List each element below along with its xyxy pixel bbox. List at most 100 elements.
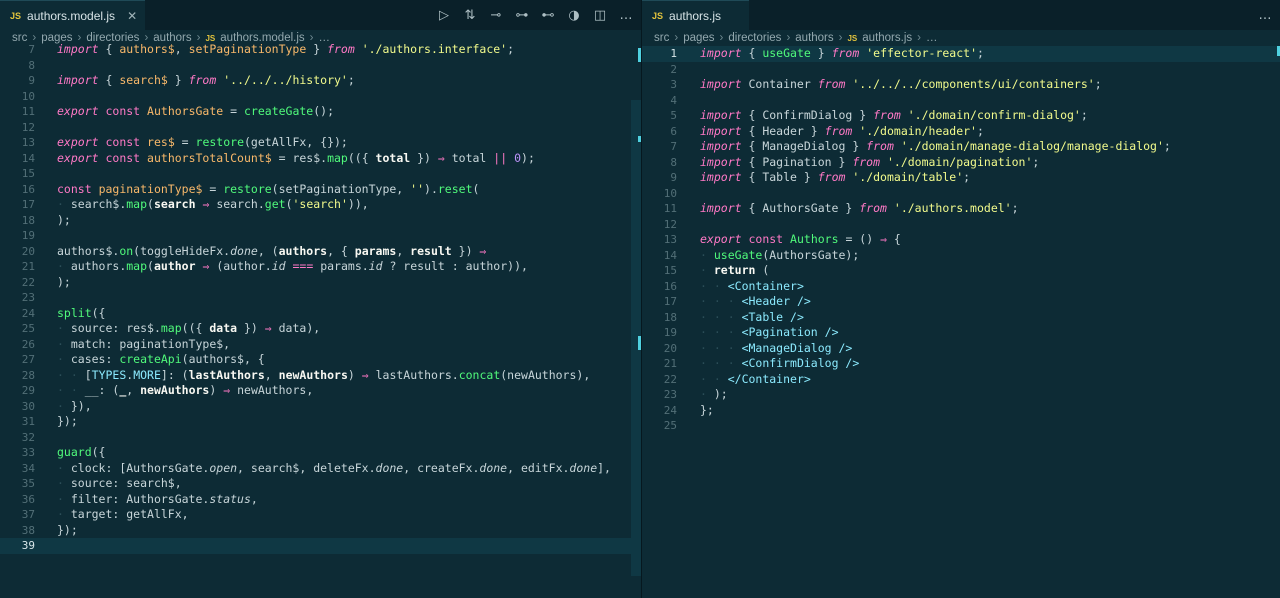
code-line[interactable]: 14 · useGate(AuthorsGate);	[642, 248, 1280, 264]
code-line[interactable]: 28 · · [TYPES.MORE]: (lastAuthors, newAut…	[0, 368, 641, 384]
code-line[interactable]: 10	[642, 186, 1280, 202]
line-number: 25	[663, 419, 677, 432]
more-actions-icon[interactable]: …	[619, 8, 633, 23]
code-line[interactable]: 12	[642, 217, 1280, 233]
code-line[interactable]: 33 guard({	[0, 445, 641, 461]
code-text: · · · <Pagination />	[700, 325, 839, 339]
line-number: 23	[21, 291, 35, 304]
code-line[interactable]: 7 import { authors$, setPaginationType } …	[0, 42, 641, 58]
code-text: export const res$ = restore(getAllFx, {}…	[57, 135, 348, 149]
split-editor-icon[interactable]: ◫	[593, 8, 607, 23]
line-number: 7	[670, 140, 677, 153]
code-area-left[interactable]: 7 import { authors$, setPaginationType } …	[0, 42, 641, 554]
tab-authors[interactable]: JS authors.js	[642, 0, 750, 30]
code-line[interactable]: 15	[0, 166, 641, 182]
code-line[interactable]: 34 · clock: [AuthorsGate.open, search$, d…	[0, 461, 641, 477]
code-line[interactable]: 9 import { search$ } from '../../../histo…	[0, 73, 641, 89]
code-line[interactable]: 20 · · · <ManageDialog />	[642, 341, 1280, 357]
breadcrumb-item[interactable]: directories	[728, 32, 781, 44]
code-text: · useGate(AuthorsGate);	[700, 247, 860, 262]
code-line[interactable]: 23 · );	[642, 387, 1280, 403]
code-line[interactable]: 22 · · </Container>	[642, 372, 1280, 388]
code-line[interactable]: 13 export const Authors = () ⇒ {	[642, 232, 1280, 248]
code-line[interactable]: 19 · · · <Pagination />	[642, 325, 1280, 341]
compare-changes-icon[interactable]: ⇅	[463, 8, 477, 23]
code-line[interactable]: 5 import { ConfirmDialog } from './domain…	[642, 108, 1280, 124]
code-line[interactable]: 8	[0, 58, 641, 74]
code-line[interactable]: 3 import Container from '../../../compone…	[642, 77, 1280, 93]
code-line[interactable]: 18);	[0, 213, 641, 229]
code-text: });	[57, 414, 78, 428]
scroll-marker	[638, 136, 641, 142]
code-text: });	[57, 522, 78, 537]
breadcrumb-item[interactable]: authors.js	[862, 32, 912, 44]
code-text: );	[57, 212, 71, 227]
code-line[interactable]: 21 · · · <ConfirmDialog />	[642, 356, 1280, 372]
code-line[interactable]: 4	[642, 93, 1280, 109]
code-line[interactable]: 39	[0, 538, 641, 554]
line-number: 9	[670, 171, 677, 184]
code-line[interactable]: 38});	[0, 523, 641, 539]
editor-group-left: JS authors.model.js ✕ ▷ ⇅ ⊸ ⊶ ⊷ ◑ ◫ … sr…	[0, 0, 642, 598]
code-line[interactable]: 35 · source: search$,	[0, 476, 641, 492]
tab-authors-model[interactable]: JS authors.model.js ✕	[0, 0, 146, 30]
code-text: · cases: createApi(authors$, {	[57, 352, 265, 366]
code-line[interactable]: 23	[0, 290, 641, 306]
code-line[interactable]: 1 import { useGate } from 'effector-react…	[642, 46, 1280, 62]
code-line[interactable]: 31});	[0, 414, 641, 430]
timeline-icon[interactable]: ◑	[567, 8, 581, 23]
breadcrumb-item[interactable]: authors	[795, 32, 833, 44]
code-line[interactable]: 32	[0, 430, 641, 446]
code-line[interactable]: 16 · · <Container>	[642, 279, 1280, 295]
code-line[interactable]: 27 · cases: createApi(authors$, {	[0, 352, 641, 368]
breadcrumb-item[interactable]: …	[926, 32, 938, 44]
line-number: 33	[21, 446, 35, 459]
code-line[interactable]: 36 · filter: AuthorsGate.status,	[0, 492, 641, 508]
code-line[interactable]: 17 · search$.map(search ⇒ search.get('sea…	[0, 197, 641, 213]
line-number: 15	[21, 167, 35, 180]
close-icon[interactable]: ✕	[127, 9, 137, 23]
code-line[interactable]: 26 · match: paginationType$,	[0, 337, 641, 353]
run-icon[interactable]: ▷	[437, 8, 451, 23]
code-line[interactable]: 21 · authors.map(author ⇒ (author.id === …	[0, 259, 641, 275]
line-number: 13	[21, 136, 35, 149]
git-commit-icon[interactable]: ⊸	[489, 8, 503, 23]
code-line[interactable]: 12	[0, 120, 641, 136]
code-line[interactable]: 13 export const res$ = restore(getAllFx, …	[0, 135, 641, 151]
code-line[interactable]: 14 export const authorsTotalCount$ = res$…	[0, 151, 641, 167]
code-line[interactable]: 18 · · · <Table />	[642, 310, 1280, 326]
code-line[interactable]: 29 · · __: (_, newAuthors) ⇒ newAuthors,	[0, 383, 641, 399]
code-line[interactable]: 20 authors$.on(toggleHideFx.done, (author…	[0, 244, 641, 260]
code-line[interactable]: 7 import { ManageDialog } from './domain/…	[642, 139, 1280, 155]
code-line[interactable]: 15 · return (	[642, 263, 1280, 279]
code-line[interactable]: 30 · }),	[0, 399, 641, 415]
code-line[interactable]: 9 import { Table } from './domain/table';	[642, 170, 1280, 186]
code-line[interactable]: 24};	[642, 403, 1280, 419]
code-line[interactable]: 16 const paginationType$ = restore(setPag…	[0, 182, 641, 198]
code-line[interactable]: 6 import { Header } from './domain/header…	[642, 124, 1280, 140]
breadcrumb-item[interactable]: pages	[683, 32, 714, 44]
code-line[interactable]: 17 · · · <Header />	[642, 294, 1280, 310]
line-number: 11	[21, 105, 35, 118]
code-line[interactable]: 2	[642, 62, 1280, 78]
code-line[interactable]: 22);	[0, 275, 641, 291]
code-area-right[interactable]: 1 import { useGate } from 'effector-react…	[642, 46, 1280, 434]
code-line[interactable]: 25 · source: res$.map(({ data }) ⇒ data),	[0, 321, 641, 337]
code-text: export const AuthorsGate = createGate();	[57, 104, 335, 118]
code-line[interactable]: 8 import { Pagination } from './domain/pa…	[642, 155, 1280, 171]
code-line[interactable]: 19	[0, 228, 641, 244]
code-text: const paginationType$ = restore(setPagin…	[57, 181, 480, 196]
breadcrumb-item[interactable]: src	[654, 32, 669, 44]
code-line[interactable]: 25	[642, 418, 1280, 434]
code-text: · · [TYPES.MORE]: (lastAuthors, newAutho…	[57, 367, 591, 382]
code-line[interactable]: 10	[0, 89, 641, 105]
scroll-marker	[638, 336, 641, 350]
code-line[interactable]: 37 · target: getAllFx,	[0, 507, 641, 523]
more-actions-icon[interactable]: …	[1258, 8, 1272, 23]
code-line[interactable]: 11 import { AuthorsGate } from './authors…	[642, 201, 1280, 217]
next-change-icon[interactable]: ⊷	[541, 8, 555, 23]
tab-bar-right: JS authors.js …	[642, 0, 1280, 30]
code-line[interactable]: 11 export const AuthorsGate = createGate(…	[0, 104, 641, 120]
code-line[interactable]: 24 split({	[0, 306, 641, 322]
previous-change-icon[interactable]: ⊶	[515, 8, 529, 23]
